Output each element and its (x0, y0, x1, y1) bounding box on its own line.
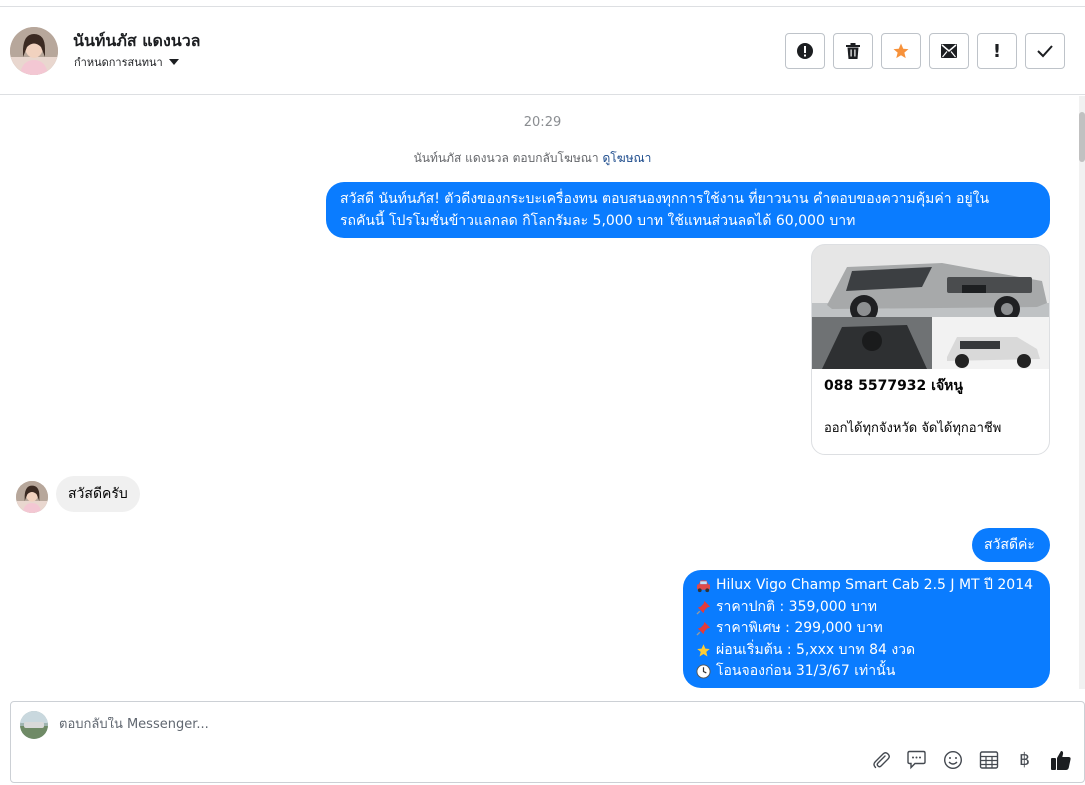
page-avatar (20, 711, 48, 739)
mark-done-button[interactable] (1025, 33, 1065, 69)
assign-conversation-label: กำหนดการสนทนา (74, 56, 163, 69)
follow-up-button[interactable]: ! (977, 33, 1017, 69)
star-button[interactable] (881, 33, 921, 69)
saved-replies-button[interactable] (905, 748, 928, 771)
detail-text: โอนจองก่อน 31/3/67 เท่านั้น (716, 663, 896, 679)
greeting-line-2: รถคันนี้ โปรโมชั่นข้าวแลกลด กิโลกรัมละ 5… (340, 213, 856, 229)
report-icon (797, 43, 813, 59)
clock-icon (695, 664, 711, 680)
contact-name: นันท์นภัส แดงนวล (73, 31, 201, 50)
emoji-button[interactable] (941, 748, 964, 771)
pushpin-icon (695, 599, 711, 615)
outgoing-details-bubble: Hilux Vigo Champ Smart Cab 2.5 J MT ปี 2… (683, 570, 1050, 688)
reply-composer: ฿ (10, 701, 1085, 783)
star-icon (893, 43, 909, 59)
star-emoji-icon (695, 642, 711, 658)
reply-input[interactable] (59, 717, 759, 732)
detail-line: ราคาปกติ : 359,000 บาท (695, 597, 1038, 619)
scrollbar-thumb[interactable] (1079, 112, 1085, 162)
assign-conversation-dropdown[interactable]: กำหนดการสนทนา (74, 53, 179, 71)
ad-card-subtitle: ออกได้ทุกจังหวัด จัดได้ทุกอาชีพ (824, 421, 1002, 436)
mark-unread-button[interactable] (929, 33, 969, 69)
saved-reply-icon (907, 750, 926, 769)
detail-line: ราคาพิเศษ : 299,000 บาท (695, 618, 1038, 640)
greeting-line-1: สวัสดี นันท์นภัส! ตัวดีงของกระบะเครื่องท… (340, 191, 990, 207)
composer-toolbar: ฿ (869, 748, 1072, 771)
payment-button[interactable]: ฿ (1013, 748, 1036, 771)
contact-avatar[interactable] (10, 27, 58, 75)
like-button[interactable] (1049, 748, 1072, 771)
thumbs-up-icon (1050, 750, 1071, 770)
detail-text: ราคาพิเศษ : 299,000 บาท (716, 620, 883, 636)
ad-reply-notice: นันท์นภัส แดงนวล ตอบกลับโฆษณา ดูโฆษณา (0, 149, 1065, 168)
message-thread[interactable]: 20:29 นันท์นภัส แดงนวล ตอบกลับโฆษณา ดูโฆ… (0, 96, 1085, 693)
message-timestamp: 20:29 (523, 115, 562, 130)
delete-button[interactable] (833, 33, 873, 69)
paperclip-icon (872, 751, 890, 768)
car-icon (695, 578, 711, 594)
trash-icon (846, 43, 860, 59)
header-actions: ! (785, 33, 1065, 69)
outgoing-ad-greeting-bubble: สวัสดี นันท์นภัส! ตัวดีงของกระบะเครื่องท… (326, 182, 1050, 238)
emoji-icon (943, 750, 962, 769)
messenger-inbox: นันท์นภัส แดงนวล กำหนดการสนทนา ! 20:29 น… (0, 0, 1085, 785)
detail-text: ราคาปกติ : 359,000 บาท (716, 598, 877, 615)
table-icon (979, 750, 998, 769)
contact-avatar-small (16, 481, 48, 513)
detail-line: โอนจองก่อน 31/3/67 เท่านั้น (695, 661, 1038, 683)
conversation-header: นันท์นภัส แดงนวล กำหนดการสนทนา ! (0, 7, 1085, 95)
outgoing-reply-bubble: สวัสดีค่ะ (972, 528, 1050, 562)
attach-button[interactable] (869, 748, 892, 771)
done-check-icon (1037, 45, 1053, 58)
view-ad-link[interactable]: ดูโฆษณา (602, 151, 651, 165)
pushpin-icon (695, 621, 711, 637)
thread-scrollbar[interactable] (1079, 96, 1085, 689)
detail-line: Hilux Vigo Champ Smart Cab 2.5 J MT ปี 2… (695, 575, 1038, 597)
ad-photo (812, 245, 1049, 369)
ad-card[interactable]: 088 5577932 เจ๊หนู ออกได้ทุกจังหวัด จัดไ… (811, 244, 1050, 455)
baht-icon: ฿ (1019, 749, 1030, 770)
mark-unread-icon (941, 44, 957, 58)
table-button[interactable] (977, 748, 1000, 771)
incoming-message-bubble: สวัสดีครับ (56, 476, 140, 512)
caret-down-icon (168, 59, 179, 65)
follow-up-icon: ! (992, 40, 1002, 62)
detail-text: ผ่อนเริ่มต้น : 5,xxx บาท 84 งวด (716, 641, 916, 658)
detail-line: ผ่อนเริ่มต้น : 5,xxx บาท 84 งวด (695, 640, 1038, 662)
detail-text: Hilux Vigo Champ Smart Cab 2.5 J MT ปี 2… (716, 577, 1034, 593)
ad-reply-text: นันท์นภัส แดงนวล ตอบกลับโฆษณา (413, 151, 599, 165)
ad-card-phone: 088 5577932 เจ๊หนู (824, 378, 963, 394)
report-button[interactable] (785, 33, 825, 69)
